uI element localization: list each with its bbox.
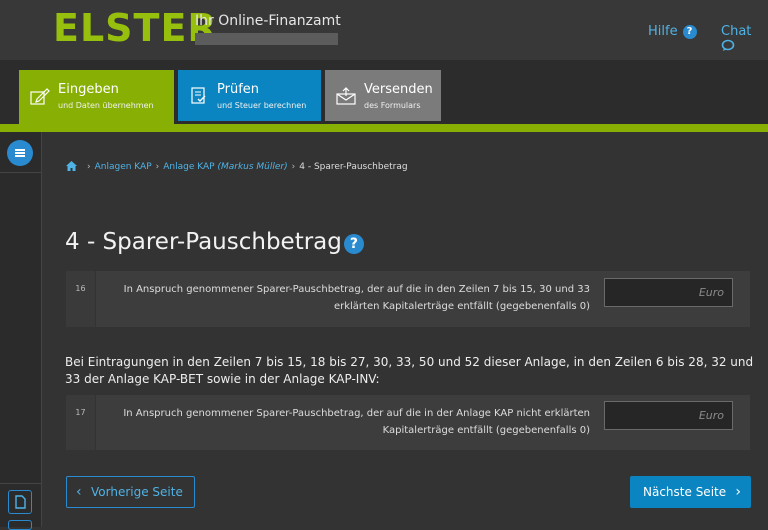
elster-logo[interactable]: ELSTER <box>53 6 218 50</box>
step-pruefen-title: Prüfen <box>217 82 260 97</box>
menu-icon <box>15 149 25 151</box>
row-label: In Anspruch genommener Sparer-Pauschbetr… <box>123 408 590 436</box>
breadcrumb-separator: › <box>87 162 91 172</box>
chat-icon <box>721 39 735 51</box>
breadcrumb-anlage-kap[interactable]: Anlage KAP (Markus Müller) <box>163 162 287 172</box>
step-versenden-subtitle: des Formulars <box>364 101 421 110</box>
breadcrumb-current: 4 - Sparer-Pauschbetrag <box>299 162 408 172</box>
secondary-sidebar-button[interactable] <box>8 520 32 530</box>
help-label: Hilfe <box>648 24 678 39</box>
breadcrumb-anlagen-kap[interactable]: Anlagen KAP <box>95 162 152 172</box>
euro-input-16[interactable]: Euro <box>604 278 733 307</box>
edit-icon <box>30 88 50 105</box>
step-eingeben-subtitle: und Daten übernehmen <box>58 101 154 110</box>
step-versenden-title: Versenden <box>364 82 433 97</box>
row-number: 17 <box>66 395 96 450</box>
send-envelope-icon <box>336 87 356 105</box>
title-help-icon[interactable]: ? <box>343 234 364 254</box>
row-label: In Anspruch genommener Sparer-Pauschbetr… <box>123 284 590 312</box>
help-icon: ? <box>682 25 697 39</box>
page-title: 4 - Sparer-Pauschbetrag? <box>65 229 364 255</box>
step-pruefen-subtitle: und Steuer berechnen <box>217 101 307 110</box>
form-row-16: 16 In Anspruch genommener Sparer-Pauschb… <box>66 271 750 327</box>
breadcrumb: › Anlagen KAP › Anlage KAP (Markus Müller) ›… <box>66 161 408 172</box>
euro-input-17[interactable]: Euro <box>604 401 733 430</box>
step-pruefen[interactable]: Prüfen und Steuer berechnen <box>178 70 321 121</box>
step-eingeben[interactable]: Eingeben und Daten übernehmen <box>19 70 174 126</box>
row-number: 16 <box>66 271 96 327</box>
logo-subtitle: Ihr Online-Finanzamt <box>195 13 341 29</box>
form-row-17: 17 In Anspruch genommener Sparer-Pauschb… <box>66 395 750 450</box>
check-document-icon <box>191 87 206 104</box>
document-button[interactable] <box>8 490 32 514</box>
menu-button[interactable] <box>7 140 33 166</box>
home-icon[interactable] <box>66 161 77 171</box>
sidebar-divider-bottom <box>0 483 41 484</box>
step-eingeben-title: Eingeben <box>58 82 119 97</box>
left-sidebar <box>0 132 42 527</box>
chevron-left-icon: ‹ <box>76 484 82 500</box>
help-link[interactable]: Hilfe? <box>648 24 697 39</box>
sidebar-divider <box>0 172 41 173</box>
next-page-button[interactable]: Nächste Seite › <box>630 476 751 508</box>
chevron-right-icon: › <box>735 484 741 500</box>
step-versenden[interactable]: Versenden des Formulars <box>325 70 441 121</box>
chat-label: Chat <box>721 24 752 39</box>
user-name-bar <box>195 33 338 45</box>
section-note: Bei Eintragungen in den Zeilen 7 bis 15,… <box>65 355 754 386</box>
document-icon <box>15 495 26 509</box>
previous-page-button[interactable]: ‹ Vorherige Seite <box>66 476 195 508</box>
progress-line <box>0 124 768 132</box>
app-header: ELSTER Ihr Online-Finanzamt Hilfe? Chat <box>0 0 768 60</box>
chat-link[interactable]: Chat <box>721 24 768 54</box>
